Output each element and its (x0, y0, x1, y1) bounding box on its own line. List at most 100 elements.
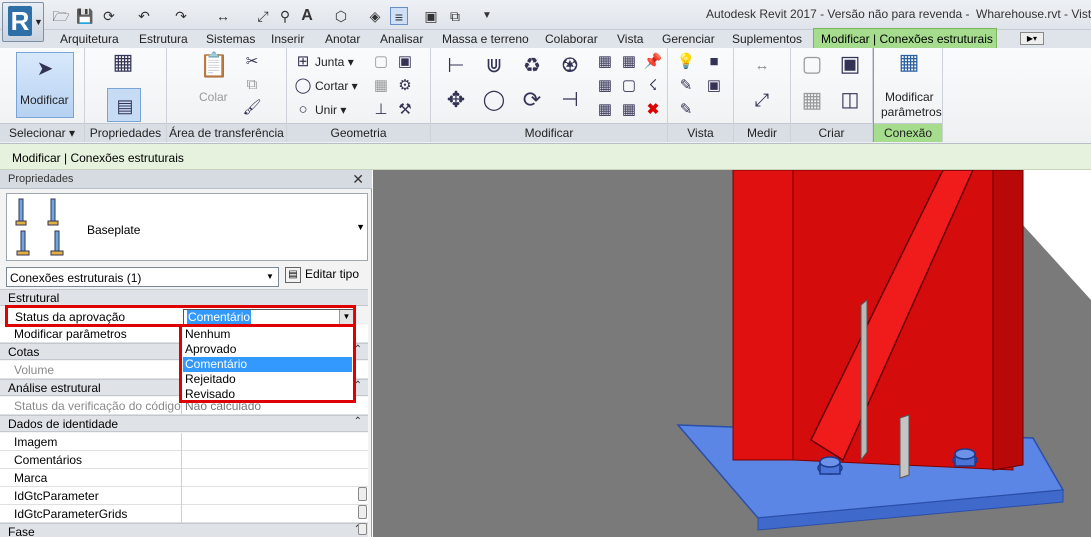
override-graphics-icon[interactable]: ■ (704, 52, 724, 72)
match-type-icon[interactable]: 🖌 (242, 98, 262, 118)
application-menu-button[interactable]: R ▼ (2, 2, 44, 42)
tab-estrutura[interactable]: Estrutura (139, 32, 188, 46)
scroll-thumb[interactable] (358, 523, 367, 535)
tab-inserir[interactable]: Inserir (271, 32, 304, 46)
align-icon[interactable]: ⊢ (441, 56, 471, 86)
dropdown-option-nenhum[interactable]: Nenhum (183, 327, 352, 342)
create-similar-icon[interactable]: ◫ (835, 90, 865, 120)
dimension-icon[interactable]: ⤢ (254, 7, 272, 25)
paste-icon[interactable]: 📋 (199, 54, 229, 86)
modify-parameters-button[interactable]: ▦ Modificar parâmetros (874, 48, 943, 123)
cut-icon[interactable]: ✂ (242, 52, 262, 72)
properties-toggle-button[interactable]: ▤ (107, 88, 141, 122)
mirror-axis-icon[interactable]: ♻ (517, 56, 547, 86)
measure-icon[interactable]: ↔ (214, 7, 232, 25)
text-icon[interactable]: A (298, 7, 316, 25)
tab-sistemas[interactable]: Sistemas (206, 32, 255, 46)
trim-icon[interactable]: ⊣ (555, 90, 585, 120)
3d-view-canvas[interactable] (373, 170, 1091, 537)
chevron-down-icon[interactable]: ▼ (339, 310, 353, 324)
copy-icon[interactable]: ⧉ (242, 75, 262, 95)
wall-joins-icon[interactable]: ▢ (371, 52, 391, 72)
save-icon[interactable]: 💾 (76, 7, 94, 25)
hammer-icon[interactable]: ⚒ (395, 100, 415, 120)
type-properties-icon[interactable]: ▦ (107, 51, 139, 84)
properties-scrollbar[interactable] (356, 291, 368, 537)
approval-status-select[interactable]: Comentário ▼ (183, 309, 354, 325)
array-icon[interactable]: ▦ (595, 76, 615, 96)
group-fase[interactable]: Fase ⌃ (0, 523, 368, 537)
column-flange-right[interactable] (992, 170, 1024, 471)
close-hidden-icon[interactable]: ▣ (422, 7, 440, 25)
create-assembly-icon[interactable]: ▦ (797, 89, 827, 120)
close-icon[interactable]: ✕ (352, 171, 364, 188)
tab-analisar[interactable]: Analisar (380, 32, 423, 46)
unite-icon[interactable]: ○ (293, 100, 313, 120)
panel-selecionar-label[interactable]: Selecionar ▾ (0, 123, 84, 142)
instance-filter-dropdown[interactable]: Conexões estruturais (1) ▼ (6, 267, 279, 287)
scroll-thumb[interactable] (358, 505, 367, 519)
tab-gerenciar[interactable]: Gerenciar (662, 32, 715, 46)
join-icon[interactable]: ⊞ (293, 52, 313, 72)
split-gap-icon[interactable]: ▦ (619, 52, 639, 72)
group-estrutural[interactable]: Estrutural (0, 289, 368, 306)
paint-icon[interactable]: ▣ (395, 52, 415, 72)
ribbon-options-icon[interactable]: ▶▾ (1020, 32, 1044, 45)
3d-view-icon[interactable]: ⬡ (332, 7, 350, 25)
anchor-bolt[interactable] (952, 448, 978, 467)
gusset-plate[interactable] (899, 414, 910, 479)
dropdown-option-revisado[interactable]: Revisado (183, 387, 352, 402)
pin-icon[interactable]: 📌 (643, 52, 663, 72)
anchor-bolt[interactable] (817, 456, 843, 475)
measure-between-icon[interactable]: ↔ (742, 56, 782, 76)
thin-lines-icon[interactable]: ≡ (390, 7, 408, 25)
tab-vista[interactable]: Vista (617, 32, 643, 46)
cut-geometry-icon[interactable]: ◯ (293, 76, 313, 96)
linework-icon[interactable]: ✎ (676, 76, 696, 96)
property-row[interactable]: Marca (0, 469, 368, 487)
dropdown-option-comentario[interactable]: Comentário (183, 357, 352, 372)
unpin-icon[interactable]: ☇ (643, 76, 663, 96)
property-row[interactable]: Comentários (0, 451, 368, 469)
tab-colaborar[interactable]: Colaborar (545, 32, 598, 46)
scroll-thumb[interactable] (358, 487, 367, 501)
tab-massa-terreno[interactable]: Massa e terreno (442, 32, 529, 46)
column-flange[interactable] (732, 170, 794, 461)
rotate-icon[interactable]: ⟳ (517, 89, 547, 120)
tab-arquitetura[interactable]: Arquitetura (60, 32, 119, 46)
paint-bucket-icon[interactable]: ▣ (704, 76, 724, 96)
demolish-icon[interactable]: ⚙ (395, 76, 415, 96)
move-icon[interactable]: ✥ (441, 89, 471, 120)
delete-icon[interactable]: ✖ (643, 100, 663, 120)
gusset-plate[interactable] (860, 298, 868, 462)
mirror-draw-icon[interactable]: ♼ (555, 56, 585, 86)
section-icon[interactable]: ◈ (366, 7, 384, 25)
property-row[interactable]: IdGtcParameter (0, 487, 368, 505)
extend-icon[interactable]: ▦ (595, 100, 615, 120)
undo-icon[interactable]: ↶ (135, 7, 153, 25)
customize-qat-icon[interactable]: ▼ (478, 7, 496, 25)
split-face-icon[interactable]: ▦ (371, 76, 391, 96)
split-icon[interactable]: ▦ (595, 52, 615, 72)
dropdown-option-aprovado[interactable]: Aprovado (183, 342, 352, 357)
beam-join-icon[interactable]: ⊥ (371, 100, 391, 120)
group-dados-identidade[interactable]: Dados de identidade ⌃ (0, 415, 368, 432)
type-selector[interactable]: Baseplate ▼ (6, 193, 368, 261)
join-button[interactable]: Junta ▾ (315, 55, 354, 69)
cut-geometry-button[interactable]: Cortar ▾ (315, 79, 358, 93)
property-row[interactable]: Imagem (0, 433, 368, 451)
create-group-icon[interactable]: ▢ (797, 53, 827, 84)
create-parts-icon[interactable]: ▣ (835, 53, 865, 84)
property-row[interactable]: IdGtcParameterGrids (0, 505, 368, 523)
tag-icon[interactable]: ⚲ (276, 7, 294, 25)
tab-anotar[interactable]: Anotar (325, 32, 360, 46)
copy-element-icon[interactable]: ◯ (479, 90, 509, 120)
group-icon[interactable]: ▦ (619, 100, 639, 120)
edit-type-button[interactable]: ▤ Editar tipo (285, 267, 359, 287)
sync-icon[interactable]: ⟳ (100, 7, 118, 25)
aligned-dimension-icon[interactable]: ⤢ (742, 90, 782, 110)
switch-windows-icon[interactable]: ⧉ (446, 7, 464, 25)
redo-icon[interactable]: ↷ (172, 7, 190, 25)
lightbulb-icon[interactable]: 💡 (676, 52, 696, 72)
scale-icon[interactable]: ▢ (619, 76, 639, 96)
